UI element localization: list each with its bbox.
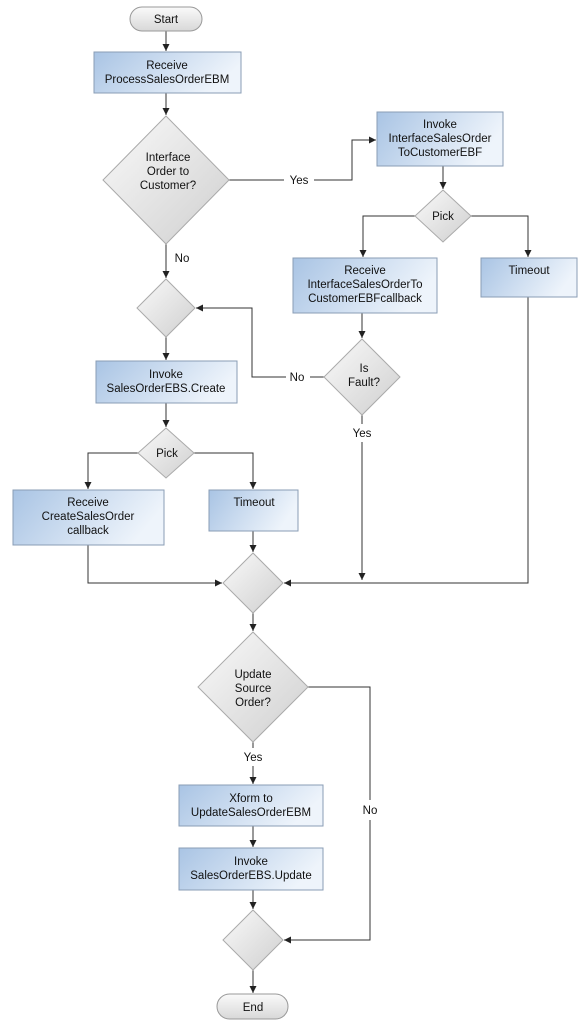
box-line: Timeout	[508, 265, 550, 277]
edge-timeout-right-merge	[284, 297, 529, 587]
receive-interface-callback-box: Receive InterfaceSalesOrderTo CustomerEB…	[292, 257, 438, 314]
label-fault-yes: Yes	[353, 428, 372, 440]
box-line: ToCustomerEBF	[398, 147, 482, 159]
box-line: Invoke	[234, 856, 268, 868]
join-diamond	[136, 278, 196, 338]
diamond-line: Pick	[432, 211, 454, 223]
final-merge-diamond	[222, 909, 284, 971]
receive-create-callback-box: Receive CreateSalesOrder callback	[12, 489, 165, 546]
end-node: End	[216, 993, 289, 1020]
box-line: InterfaceSalesOrder	[389, 133, 492, 145]
diamond-line: Interface	[146, 152, 191, 164]
invoke-interface-box: Invoke InterfaceSalesOrder ToCustomerEBF	[376, 111, 504, 167]
pick-right-diamond: Pick	[414, 189, 472, 243]
box-line: Xform to	[229, 793, 272, 805]
box-line: SalesOrderEBS.Create	[107, 383, 226, 395]
start-label: Start	[154, 14, 179, 26]
label-update-no: No	[363, 805, 378, 817]
diamond-line: Order to	[147, 166, 189, 178]
box-line: Invoke	[149, 369, 183, 381]
decision-interface-diamond: Interface Order to Customer?	[102, 115, 230, 245]
diamond-line: Fault?	[348, 377, 380, 389]
box-line: Receive	[67, 497, 109, 509]
diamond-line: Update	[234, 669, 271, 681]
end-label: End	[243, 1002, 263, 1014]
edge-pick-receive-callback	[359, 215, 415, 257]
edge-interface-yes	[229, 140, 376, 181]
edge-pick-timeout-left	[194, 452, 257, 489]
timeout-left-box: Timeout	[208, 489, 299, 532]
box-line: SalesOrderEBS.Update	[190, 870, 311, 882]
label-interface-yes: Yes	[290, 175, 309, 187]
box-line: callback	[67, 525, 109, 537]
edge-callback-merge	[87, 545, 222, 587]
edge-pick-timeout	[471, 215, 532, 257]
decision-update-diamond: Update Source Order?	[197, 631, 309, 743]
box-line: Receive	[344, 265, 386, 277]
box-line: Receive	[146, 60, 188, 72]
box-line: UpdateSalesOrderEBM	[191, 807, 311, 819]
decision-fault-diamond: Is Fault?	[323, 338, 401, 416]
box-line: InterfaceSalesOrderTo	[307, 279, 422, 291]
flowchart: Yes No No Yes Yes No Start End Receive P…	[12, 6, 578, 1020]
start-node: Start	[129, 6, 203, 32]
box-line: ProcessSalesOrderEBM	[105, 74, 230, 86]
receive-process-box: Receive ProcessSalesOrderEBM	[93, 51, 242, 94]
box-line: Invoke	[423, 119, 457, 131]
edge-pick-create-callback	[84, 452, 138, 489]
diamond-line: Pick	[156, 448, 178, 460]
label-update-yes: Yes	[244, 752, 263, 764]
invoke-create-box: Invoke SalesOrderEBS.Create	[95, 360, 238, 404]
label-interface-no: No	[175, 253, 190, 265]
label-fault-no: No	[290, 372, 305, 384]
timeout-right-box: Timeout	[480, 257, 578, 298]
box-line: CreateSalesOrder	[42, 511, 135, 523]
box-line: Timeout	[233, 497, 275, 509]
diamond-line: Source	[235, 683, 271, 695]
diamond-line: Order?	[235, 697, 271, 709]
xform-update-box: Xform to UpdateSalesOrderEBM	[178, 784, 324, 827]
invoke-update-box: Invoke SalesOrderEBS.Update	[178, 847, 324, 891]
diamond-line: Is	[360, 363, 369, 375]
diamond-line: Customer?	[140, 180, 196, 192]
box-line: CustomerEBFcallback	[308, 293, 422, 305]
merge-diamond	[222, 552, 284, 614]
pick-left-diamond: Pick	[137, 427, 195, 479]
